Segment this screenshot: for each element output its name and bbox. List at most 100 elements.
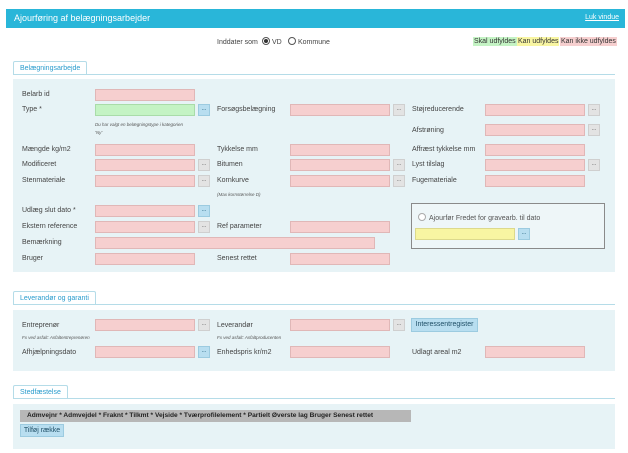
- label-tykkelse: Tykkelse mm: [217, 146, 258, 153]
- ekstern-ref-button[interactable]: ...: [198, 221, 210, 233]
- leverandoer-hint: Fx ved asfalt: Asfaltproducenten: [217, 335, 282, 340]
- leverandoer-field: [290, 319, 390, 331]
- belarb-id-field: [95, 89, 195, 101]
- type-field[interactable]: [95, 104, 195, 116]
- label-lyst-tilslag: Lyst tilslag: [412, 161, 445, 168]
- afstroening-field: [485, 124, 585, 136]
- entreprenoer-lookup-button[interactable]: ...: [198, 319, 210, 331]
- kornkurve-hint: (Max kornstørrelse D): [217, 192, 261, 197]
- mode-option-vd: VD: [272, 39, 282, 46]
- lyst-tilslag-field: [485, 159, 585, 171]
- udlaeg-slut-field: [95, 205, 195, 217]
- afhjaelpningsdato-field: [95, 346, 195, 358]
- fredet-groupbox: [411, 203, 605, 249]
- label-maengde: Mængde kg/m2: [22, 146, 71, 153]
- mode-option-kommune: Kommune: [298, 39, 330, 46]
- label-bitumen: Bitumen: [217, 161, 243, 168]
- input-mode-label: Inddater som: [217, 39, 258, 46]
- entreprenoer-hint: Fx ved asfalt: Asfaltentreprenøren: [22, 335, 90, 340]
- modificeret-field: [95, 159, 195, 171]
- ref-parameter-field: [290, 221, 390, 233]
- column-header-senest-rettet: Senest rettet: [333, 412, 374, 419]
- label-stenmateriale: Stenmateriale: [22, 177, 66, 184]
- window-title: Ajourføring af belægningsarbejder: [14, 13, 151, 23]
- section-divider: [13, 398, 615, 399]
- kornkurve-lookup-button[interactable]: ...: [393, 175, 405, 187]
- interessentregister-button[interactable]: Interessentregister: [411, 318, 478, 332]
- label-senest-rettet: Senest rettet: [217, 255, 257, 262]
- forsoeg-field: [290, 104, 390, 116]
- forsoeg-lookup-button[interactable]: ...: [393, 104, 405, 116]
- bemaerkning-field: [95, 237, 375, 249]
- add-row-button[interactable]: Tilføj række: [20, 424, 64, 437]
- kornkurve-field: [290, 175, 390, 187]
- column-header-admvejdel: Admvejdel *: [63, 412, 102, 419]
- label-ref-parameter: Ref parameter: [217, 223, 262, 230]
- label-ekstern-ref: Ekstern reference: [22, 223, 78, 230]
- modificeret-lookup-button[interactable]: ...: [198, 159, 210, 171]
- lyst-tilslag-lookup-button[interactable]: ...: [588, 159, 600, 171]
- tab-leverandoer[interactable]: Leverandør og garanti: [13, 291, 96, 304]
- type-lookup-button[interactable]: ...: [198, 104, 210, 116]
- label-afstroening: Afstrøning: [412, 127, 444, 134]
- column-header-tvaerprofilelement: Tværprofilelement *: [183, 412, 246, 419]
- window-titlebar: Ajourføring af belægningsarbejder Luk vi…: [6, 9, 625, 28]
- column-header-partielt: Partielt: [247, 412, 271, 419]
- bitumen-field: [290, 159, 390, 171]
- leverandoer-lookup-button[interactable]: ...: [393, 319, 405, 331]
- tab-stedfaestelse[interactable]: Stedfæstelse: [13, 385, 68, 398]
- stenmateriale-field: [95, 175, 195, 187]
- legend-required: Skal udfyldes: [473, 37, 517, 46]
- affraest-field: [485, 144, 585, 156]
- mode-radio-kommune[interactable]: [288, 37, 296, 45]
- legend-disabled: Kan ikke udfyldes: [560, 37, 617, 46]
- label-affraest: Affræst tykkelse mm: [412, 146, 476, 153]
- label-modificeret: Modificeret: [22, 161, 57, 168]
- column-header-vejside: Vejside *: [154, 412, 183, 419]
- fredet-date-field[interactable]: [415, 228, 515, 240]
- fugemateriale-field: [485, 175, 585, 187]
- column-header-bruger: Bruger: [309, 412, 332, 419]
- tab-belaegningsarbejde[interactable]: Belægningsarbejde: [13, 61, 88, 74]
- type-category: 'Ny': [95, 130, 103, 135]
- column-header-tilkmt: Tilkmt *: [129, 412, 154, 419]
- maengde-field: [95, 144, 195, 156]
- afstroening-lookup-button[interactable]: ...: [588, 124, 600, 136]
- label-enhedspris: Enhedspris kr/m2: [217, 349, 272, 356]
- tykkelse-field: [290, 144, 390, 156]
- label-stoejreducerende: Støjreducerende: [412, 106, 464, 113]
- ajourfoer-fredet-radio[interactable]: [418, 213, 426, 221]
- entreprenoer-field: [95, 319, 195, 331]
- label-udlagt-areal: Udlagt areal m2: [412, 349, 462, 356]
- stoejreducerende-field: [485, 104, 585, 116]
- stoejreducerende-lookup-button[interactable]: ...: [588, 104, 600, 116]
- ajourfoer-fredet-label: Ajourfør Fredet for gravearb. til dato: [429, 215, 541, 222]
- bitumen-lookup-button[interactable]: ...: [393, 159, 405, 171]
- mode-radio-vd[interactable]: [262, 37, 270, 45]
- column-header-admvejnr: Admvejnr *: [27, 412, 62, 419]
- udlaeg-date-picker-button[interactable]: ...: [198, 205, 210, 217]
- section-divider: [13, 74, 615, 75]
- label-type: Type *: [22, 106, 42, 113]
- label-forsoeg: Forsøgsbelægning: [217, 106, 276, 113]
- column-header-oeverste-lag: Øverste lag: [271, 412, 308, 419]
- column-header-fraknt: Fraknt *: [103, 412, 128, 419]
- close-window-link[interactable]: Luk vindue: [585, 14, 619, 21]
- enhedspris-field: [290, 346, 390, 358]
- bruger-field: [95, 253, 195, 265]
- label-afhjaelpningsdato: Afhjælpningsdato: [22, 349, 77, 356]
- label-entreprenoer: Entreprenør: [22, 322, 60, 329]
- label-udlaeg-slut: Udlæg slut dato *: [22, 207, 76, 214]
- location-table-header: Admvejnr * Admvejdel * Fraknt * Tilkmt *…: [20, 410, 411, 422]
- udlagt-areal-field: [485, 346, 585, 358]
- label-kornkurve: Kornkurve: [217, 177, 249, 184]
- label-belarb-id: Belarb id: [22, 91, 50, 98]
- stenmateriale-lookup-button[interactable]: ...: [198, 175, 210, 187]
- label-leverandoer: Leverandør: [217, 322, 253, 329]
- fredet-date-picker-button[interactable]: ...: [518, 228, 530, 240]
- afhjaelpning-date-picker-button[interactable]: ...: [198, 346, 210, 358]
- label-bemaerkning: Bemærkning: [22, 239, 62, 246]
- label-fugemateriale: Fugemateriale: [412, 177, 457, 184]
- legend-optional: Kan udfyldes: [517, 37, 560, 46]
- type-hint: Du har valgt en belægningstype i kategor…: [95, 122, 184, 127]
